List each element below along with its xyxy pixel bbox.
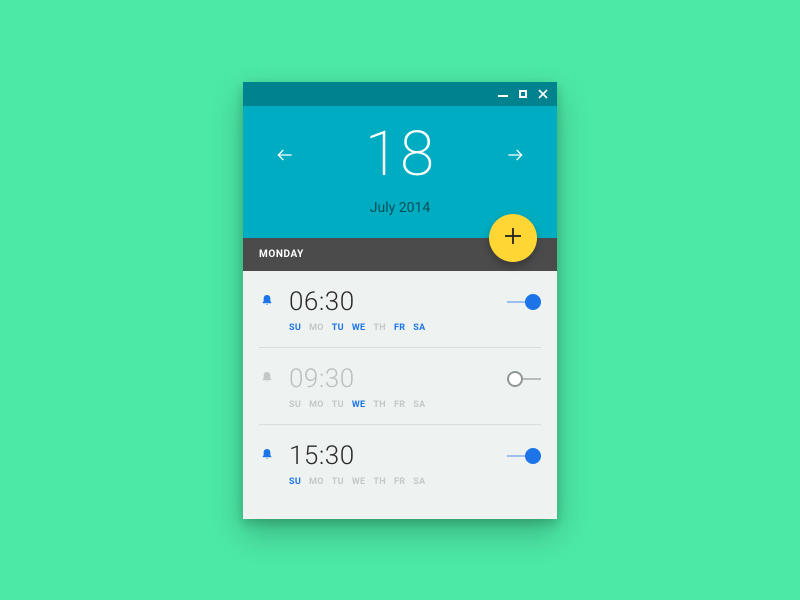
alarm-days: SU MO TU WE TH FR SA (289, 477, 497, 487)
alarm-time[interactable]: 09:30 (289, 364, 497, 394)
day-toggle[interactable]: FR (394, 477, 405, 487)
alarm-toggle[interactable] (507, 370, 541, 388)
alarm-time[interactable]: 15:30 (289, 441, 497, 471)
day-toggle[interactable]: SA (413, 400, 425, 410)
bell-icon (259, 293, 275, 309)
day-number: 18 (365, 124, 435, 186)
alarm-row: 09:30 SU MO TU WE TH FR SA (259, 348, 541, 425)
window-minimize-button[interactable] (497, 88, 509, 100)
alarm-body: 06:30 SU MO TU WE TH FR SA (289, 287, 497, 333)
add-alarm-button[interactable] (489, 214, 537, 262)
day-toggle[interactable]: FR (394, 400, 405, 410)
day-toggle[interactable]: SA (413, 323, 425, 333)
alarm-time[interactable]: 06:30 (289, 287, 497, 317)
next-day-button[interactable] (501, 141, 529, 169)
alarm-row: 06:30 SU MO TU WE TH FR SA (259, 271, 541, 348)
day-toggle[interactable]: TH (373, 323, 386, 333)
alarm-body: 09:30 SU MO TU WE TH FR SA (289, 364, 497, 410)
day-toggle[interactable]: SU (289, 323, 301, 333)
day-toggle[interactable]: SU (289, 477, 301, 487)
day-toggle[interactable]: SA (413, 477, 425, 487)
window-titlebar (243, 82, 557, 106)
day-toggle[interactable]: TU (332, 323, 344, 333)
month-year-label: July 2014 (370, 200, 430, 216)
day-toggle[interactable]: TU (332, 400, 344, 410)
day-toggle[interactable]: TH (373, 400, 386, 410)
alarm-days: SU MO TU WE TH FR SA (289, 323, 497, 333)
prev-day-button[interactable] (271, 141, 299, 169)
day-toggle[interactable]: TH (373, 477, 386, 487)
day-toggle[interactable]: MO (309, 400, 324, 410)
bell-icon (259, 370, 275, 386)
day-toggle[interactable]: WE (352, 400, 366, 410)
alarm-body: 15:30 SU MO TU WE TH FR SA (289, 441, 497, 487)
alarm-row: 15:30 SU MO TU WE TH FR SA (259, 425, 541, 501)
weekday-bar: MONDAY (243, 238, 557, 271)
alarm-list: 06:30SUMOTUWETHFRSA09:30SUMOTUWETHFRSA15… (243, 271, 557, 519)
window-maximize-button[interactable] (517, 88, 529, 100)
alarm-toggle[interactable] (507, 447, 541, 465)
day-toggle[interactable]: WE (352, 323, 366, 333)
alarm-card: 18 July 2014 MONDAY 06:30SUMOTUWETHFRSA0… (243, 82, 557, 519)
day-toggle[interactable]: MO (309, 323, 324, 333)
weekday-label: MONDAY (259, 249, 304, 260)
day-toggle[interactable]: SU (289, 400, 301, 410)
alarm-days: SU MO TU WE TH FR SA (289, 400, 497, 410)
alarm-toggle[interactable] (507, 293, 541, 311)
window-close-button[interactable] (537, 88, 549, 100)
day-toggle[interactable]: FR (394, 323, 405, 333)
day-toggle[interactable]: TU (332, 477, 344, 487)
plus-icon (504, 227, 522, 248)
day-toggle[interactable]: WE (352, 477, 366, 487)
day-toggle[interactable]: MO (309, 477, 324, 487)
bell-icon (259, 447, 275, 463)
